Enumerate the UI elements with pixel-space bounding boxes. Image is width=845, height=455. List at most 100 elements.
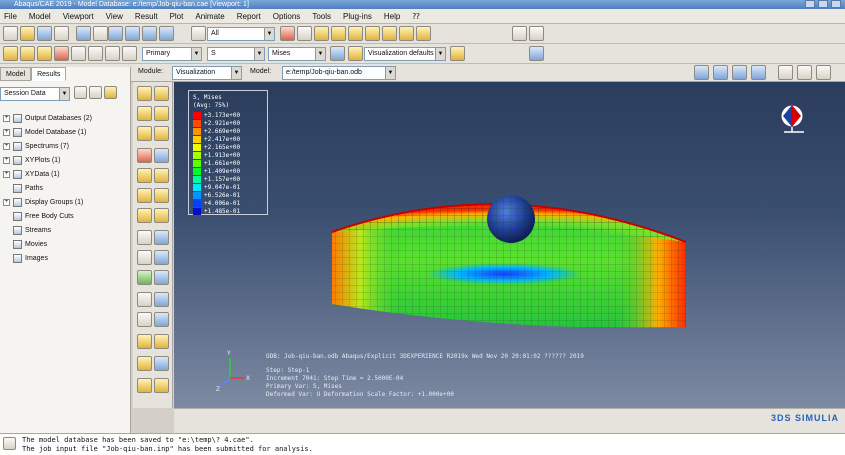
visualization-options-icon[interactable]: [348, 46, 363, 61]
animate-scale-icon[interactable]: [137, 148, 152, 163]
print-icon[interactable]: [54, 26, 69, 41]
minimize-icon[interactable]: [805, 0, 815, 8]
create-xy-data-icon[interactable]: [137, 188, 152, 203]
view-cut-icon[interactable]: [137, 292, 152, 307]
tree-item-output-databases[interactable]: + Output Databases (2): [3, 111, 129, 125]
menu-tools[interactable]: Tools: [312, 12, 331, 21]
palette-icon[interactable]: [450, 46, 465, 61]
tree-item-streams[interactable]: Streams: [3, 223, 129, 237]
menu-plugins[interactable]: Plug-ins: [343, 12, 372, 21]
wireframe-icon[interactable]: [20, 46, 35, 61]
menu-plot[interactable]: Plot: [170, 12, 184, 21]
tree-item-display-groups[interactable]: + Display Groups (1): [3, 195, 129, 209]
previous-frame-icon[interactable]: [125, 26, 140, 41]
query-icon[interactable]: [154, 270, 169, 285]
tree-item-model-database[interactable]: + Model Database (1): [3, 125, 129, 139]
bottom-view-icon[interactable]: [399, 26, 414, 41]
cycle-views-icon[interactable]: [122, 46, 137, 61]
expand-icon[interactable]: +: [3, 156, 10, 164]
display-group-create-icon[interactable]: [137, 250, 152, 265]
left-view-icon[interactable]: [416, 26, 431, 41]
new-file-icon[interactable]: [3, 26, 18, 41]
expand-icon[interactable]: +: [3, 198, 10, 206]
last-frame-icon[interactable]: [751, 65, 766, 80]
tree-item-free-body-cuts[interactable]: Free Body Cuts: [3, 209, 129, 223]
tree-item-xyplots[interactable]: + XYPlots (1): [3, 153, 129, 167]
first-frame-icon[interactable]: [694, 65, 709, 80]
shaded-icon[interactable]: [54, 46, 69, 61]
session-data-combo[interactable]: Session Data ▼: [0, 87, 70, 101]
tree-item-images[interactable]: Images: [3, 251, 129, 265]
tree-hint-icon[interactable]: [104, 86, 117, 99]
info-icon[interactable]: [529, 46, 544, 61]
tab-results[interactable]: Results: [31, 67, 67, 81]
compass-icon[interactable]: [780, 104, 804, 133]
open-folder-icon[interactable]: [20, 26, 35, 41]
menu-help[interactable]: Help: [384, 12, 400, 21]
hidden-line-icon[interactable]: [37, 46, 52, 61]
pan-icon[interactable]: [76, 26, 91, 41]
xy-data-manager-icon[interactable]: [154, 188, 169, 203]
column-view-icon[interactable]: [512, 26, 527, 41]
plot-undeformed-icon[interactable]: [137, 86, 152, 101]
step-type-combo[interactable]: Primary ▼: [142, 47, 202, 61]
stream-create-icon[interactable]: [137, 334, 152, 349]
animation-options-icon[interactable]: [154, 168, 169, 183]
tree-expand-icon[interactable]: [89, 86, 102, 99]
perspective-icon[interactable]: [71, 46, 86, 61]
menu-options[interactable]: Options: [273, 12, 301, 21]
plot-deformed-icon[interactable]: [154, 86, 169, 101]
front-view-icon[interactable]: [348, 26, 363, 41]
module-combo[interactable]: Visualization ▼: [172, 66, 242, 80]
viewport-canvas[interactable]: S, Mises (Avg: 75%) +3.173e+00 +2.921e+0…: [174, 82, 845, 408]
next-frame-icon[interactable]: [732, 65, 747, 80]
free-body-manager-icon[interactable]: [154, 312, 169, 327]
save-icon[interactable]: [37, 26, 52, 41]
material-orientation-icon[interactable]: [137, 126, 152, 141]
visualization-defaults-combo[interactable]: Visualization defaults ▼: [364, 47, 446, 61]
box-select-icon[interactable]: [297, 26, 312, 41]
allow-multiple-plot-icon[interactable]: [154, 126, 169, 141]
rotate-icon[interactable]: [93, 26, 108, 41]
variable-combo[interactable]: Mises ▼: [268, 47, 326, 61]
animate-time-icon[interactable]: [154, 148, 169, 163]
tree-item-xydata[interactable]: + XYData (1): [3, 167, 129, 181]
animate-harmonic-icon[interactable]: [137, 168, 152, 183]
report-icon[interactable]: [154, 230, 169, 245]
last-frame-icon[interactable]: [159, 26, 174, 41]
tree-filter-icon[interactable]: [74, 86, 87, 99]
maximize-icon[interactable]: [818, 0, 828, 8]
render-style-icon[interactable]: [3, 46, 18, 61]
superimpose-icon[interactable]: [154, 378, 169, 393]
contour-plot-icon[interactable]: [137, 106, 152, 121]
menu-report[interactable]: Report: [237, 12, 261, 21]
tree-item-spectrums[interactable]: + Spectrums (7): [3, 139, 129, 153]
field-output-icon[interactable]: [137, 230, 152, 245]
stream-manager-icon[interactable]: [154, 334, 169, 349]
common-options-icon[interactable]: [137, 356, 152, 371]
menu-animate[interactable]: Animate: [195, 12, 224, 21]
csys-icon[interactable]: [137, 270, 152, 285]
path-manager-icon[interactable]: [154, 208, 169, 223]
display-group-manager-icon[interactable]: [154, 250, 169, 265]
symbol-plot-icon[interactable]: [154, 106, 169, 121]
view-cut-manager-icon[interactable]: [154, 292, 169, 307]
first-frame-icon[interactable]: [108, 26, 123, 41]
play-icon[interactable]: [142, 26, 157, 41]
tile-viewports-icon[interactable]: [816, 65, 831, 80]
overlay-plot-icon[interactable]: [154, 356, 169, 371]
back-view-icon[interactable]: [365, 26, 380, 41]
close-icon[interactable]: [831, 0, 841, 8]
select-cursor-icon[interactable]: [191, 26, 206, 41]
menu-view[interactable]: View: [106, 12, 123, 21]
tree-item-paths[interactable]: Paths: [3, 181, 129, 195]
field-output-combo[interactable]: S ▼: [207, 47, 265, 61]
tree-item-movies[interactable]: Movies: [3, 237, 129, 251]
paperclip-icon[interactable]: [778, 65, 793, 80]
create-path-icon[interactable]: [137, 208, 152, 223]
expand-icon[interactable]: +: [3, 142, 10, 150]
selection-filter-combo[interactable]: All ▼: [207, 27, 275, 41]
free-body-create-icon[interactable]: [137, 312, 152, 327]
zoom-box-icon[interactable]: [88, 46, 103, 61]
menu-result[interactable]: Result: [135, 12, 158, 21]
